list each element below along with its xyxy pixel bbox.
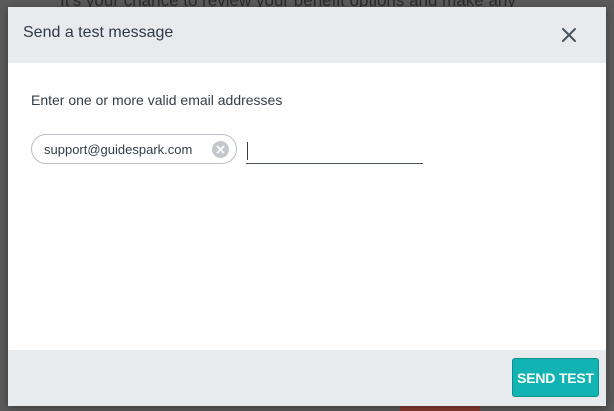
recipient-chip-label: support@guidespark.com xyxy=(44,142,193,157)
close-icon xyxy=(562,28,576,42)
send-test-button[interactable]: SEND TEST xyxy=(512,358,599,397)
close-button[interactable] xyxy=(555,21,583,49)
email-input[interactable] xyxy=(246,137,423,164)
recipient-chip: support@guidespark.com xyxy=(31,134,237,164)
dialog-footer: SEND TEST xyxy=(8,350,606,406)
circle-x-icon xyxy=(212,141,229,158)
text-caret xyxy=(247,142,248,160)
dialog-body: Enter one or more valid email addresses … xyxy=(8,63,606,350)
remove-recipient-button[interactable] xyxy=(212,141,229,158)
instruction-text: Enter one or more valid email addresses xyxy=(31,92,283,108)
dialog-title: Send a test message xyxy=(23,24,174,41)
send-test-dialog: Send a test message Enter one or more va… xyxy=(8,7,606,406)
dialog-header: Send a test message xyxy=(8,7,606,63)
